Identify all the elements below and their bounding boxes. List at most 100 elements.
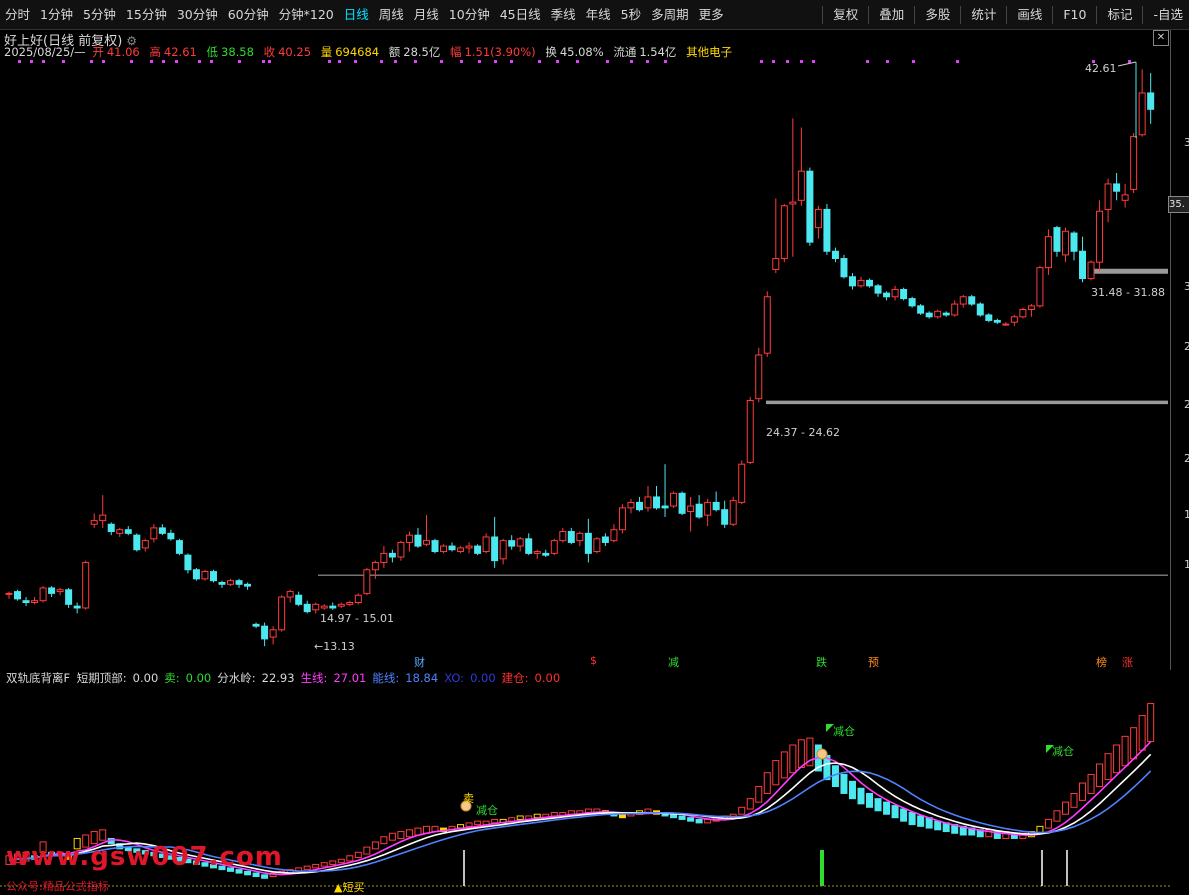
candle xyxy=(371,560,379,579)
event-drop[interactable]: 跌 xyxy=(816,654,827,670)
turnover-value: 45.08% xyxy=(559,45,604,59)
period-tab[interactable]: 1分钟 xyxy=(35,0,78,30)
candle-body xyxy=(354,594,362,604)
period-tab[interactable]: 季线 xyxy=(546,0,581,30)
candle-body xyxy=(1104,183,1112,210)
candle xyxy=(192,567,200,581)
period-tab[interactable]: 年线 xyxy=(581,0,616,30)
candle xyxy=(133,533,141,552)
toolbar-button[interactable]: 画线 xyxy=(1011,0,1048,30)
indicator-bar xyxy=(380,836,388,845)
indicator-bar xyxy=(755,786,763,803)
candle-body xyxy=(491,536,499,562)
candle xyxy=(601,533,609,547)
candle-body xyxy=(695,503,703,518)
candle-body xyxy=(380,552,388,563)
open-value: 41.06 xyxy=(106,45,140,59)
candle xyxy=(738,460,746,505)
period-tab[interactable]: 60分钟 xyxy=(223,0,274,30)
candle xyxy=(678,491,686,516)
top-marker xyxy=(606,60,609,63)
candle-body xyxy=(457,547,465,553)
top-marker xyxy=(42,60,45,63)
toolbar-button[interactable]: -自选 xyxy=(1147,0,1189,30)
toolbar-button[interactable]: 标记 xyxy=(1101,0,1138,30)
candle xyxy=(763,291,771,357)
period-tab[interactable]: 分钟*120 xyxy=(274,0,339,30)
event-rise[interactable]: 涨 xyxy=(1122,654,1133,670)
candle xyxy=(653,486,661,510)
indicator-item: 生线: 27.01 xyxy=(301,671,370,685)
indicator-bar xyxy=(1121,735,1129,767)
indicator-bar xyxy=(414,827,422,836)
period-tab[interactable]: 多周期 xyxy=(646,0,694,30)
candle xyxy=(482,533,490,554)
top-marker xyxy=(494,60,497,63)
event-reduce[interactable]: 减 xyxy=(668,654,679,670)
candle-body xyxy=(550,540,558,554)
indicator-bar xyxy=(1138,715,1146,751)
top-marker xyxy=(956,60,959,63)
event-finance[interactable]: 财 xyxy=(414,654,425,670)
period-tab[interactable]: 10分钟 xyxy=(444,0,495,30)
candle xyxy=(695,495,703,519)
candle-body xyxy=(141,540,149,549)
candle xyxy=(1044,229,1052,275)
candle xyxy=(985,313,993,323)
event-dollar[interactable]: $ xyxy=(590,654,597,667)
candle-body xyxy=(175,540,183,554)
toolbar-button[interactable]: 统计 xyxy=(965,0,1002,30)
toolbar-button[interactable]: 叠加 xyxy=(873,0,910,30)
top-marker xyxy=(556,60,559,63)
period-tab[interactable]: 5分钟 xyxy=(78,0,121,30)
period-tab[interactable]: 15分钟 xyxy=(121,0,172,30)
candle-body xyxy=(840,258,848,278)
candle xyxy=(644,486,652,512)
candle-body xyxy=(533,551,541,554)
candle-body xyxy=(576,532,584,542)
candle xyxy=(269,626,277,645)
candle-body xyxy=(755,354,763,400)
candle xyxy=(584,518,592,563)
candle-body xyxy=(227,580,235,585)
event-list[interactable]: 榜 xyxy=(1096,654,1107,670)
close-icon[interactable]: ✕ xyxy=(1153,30,1169,46)
candle-body xyxy=(959,296,967,305)
candle-body xyxy=(329,605,337,609)
candle xyxy=(618,504,626,534)
candle xyxy=(227,578,235,587)
toolbar-button[interactable]: F10 xyxy=(1057,0,1092,30)
period-tab[interactable]: 更多 xyxy=(694,0,729,30)
period-tab[interactable]: 5秒 xyxy=(616,0,646,30)
candle-body xyxy=(184,554,192,571)
candle-body xyxy=(891,288,899,298)
indicator-bar xyxy=(337,858,345,864)
period-tab[interactable]: 周线 xyxy=(374,0,409,30)
top-marker xyxy=(338,60,341,63)
candle-body xyxy=(687,505,695,513)
period-tab[interactable]: 分时 xyxy=(0,0,35,30)
period-tab[interactable]: 日线 xyxy=(339,0,374,30)
candlestick-chart[interactable] xyxy=(0,58,1170,658)
candle xyxy=(414,527,422,548)
candle xyxy=(312,602,320,614)
period-tab[interactable]: 30分钟 xyxy=(172,0,223,30)
candle xyxy=(687,496,695,532)
candle xyxy=(891,285,899,301)
toolbar-button[interactable]: 复权 xyxy=(827,0,864,30)
indicator-item-value: 0.00 xyxy=(470,671,496,685)
toolbar-divider xyxy=(1142,5,1144,24)
event-forecast[interactable]: 预 xyxy=(868,654,879,670)
indicator-name[interactable]: 双轨底背离F xyxy=(6,671,70,685)
top-marker xyxy=(62,60,65,63)
period-tab[interactable]: 月线 xyxy=(409,0,444,30)
top-marker xyxy=(238,60,241,63)
toolbar-button[interactable]: 多股 xyxy=(919,0,956,30)
period-tab[interactable]: 45日线 xyxy=(495,0,546,30)
indicator-item: 能线: 18.84 xyxy=(372,671,441,685)
indicator-item-label: 能线: xyxy=(372,671,400,685)
indicator-values: 短期顶部: 0.00 卖: 0.00 分水岭: 22.93 生线: 27.01 能线: 18.84… xyxy=(77,671,566,685)
candle-body xyxy=(1036,267,1044,307)
candle-body xyxy=(993,319,1001,323)
candle-body xyxy=(133,534,141,551)
